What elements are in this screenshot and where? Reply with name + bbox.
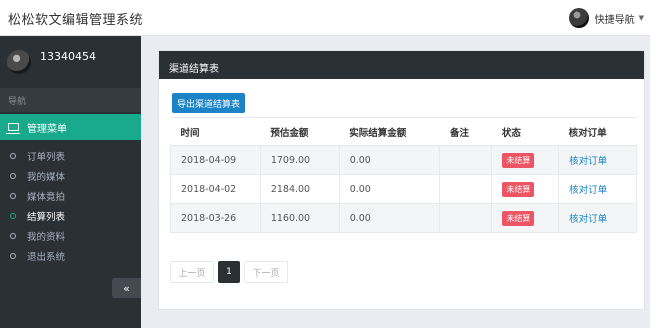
table-header-row: 时间 预估金额 实际结算金额 备注 状态 核对订单 <box>170 117 637 146</box>
cell-date: 2018-04-09 <box>170 145 261 175</box>
sidebar-submenu: 订单列表 我的媒体 媒体竟拍 结算列表 我的资料 退出系统 <box>0 146 141 266</box>
cell-status: 未结算 <box>491 145 560 175</box>
sidebar-item-label: 退出系统 <box>27 252 66 263</box>
sidebar: 13340454 导航 管理菜单 订单列表 我的媒体 媒体竟拍 结算列表 我的资… <box>0 36 141 328</box>
collapse-sidebar-button[interactable]: « <box>112 278 141 298</box>
cell-estimated: 1160.00 <box>259 203 340 233</box>
sidebar-item-my-profile[interactable]: 我的资料 <box>0 226 141 246</box>
page-number-button[interactable]: 1 <box>218 261 240 283</box>
check-order-link[interactable]: 核对订单 <box>569 214 607 225</box>
circle-icon <box>10 253 16 259</box>
column-header-check-order: 核对订单 <box>558 117 637 146</box>
cell-date: 2018-04-02 <box>170 174 261 204</box>
table-row: 2018-03-26 1160.00 0.00 未结算 核对订单 <box>170 203 637 233</box>
cell-note <box>439 145 493 175</box>
check-order-link[interactable]: 核对订单 <box>569 185 607 196</box>
cell-actual: 0.00 <box>338 203 441 233</box>
cell-actual: 0.00 <box>338 174 441 204</box>
sidebar-item-logout[interactable]: 退出系统 <box>0 246 141 266</box>
sidebar-menu-label: 管理菜单 <box>27 123 67 135</box>
column-header-date: 时间 <box>170 117 261 146</box>
column-header-note: 备注 <box>439 117 492 146</box>
sidebar-item-my-media[interactable]: 我的媒体 <box>0 166 141 186</box>
next-page-button[interactable]: 下一页 <box>244 261 288 283</box>
quick-nav-menu[interactable]: 快捷导航 ▼ <box>568 7 644 29</box>
laptop-icon <box>6 123 20 134</box>
table-row: 2018-04-09 1709.00 0.00 未结算 核对订单 <box>170 145 637 175</box>
username: 13340454 <box>40 50 96 63</box>
top-bar: 松松软文编辑管理系统 快捷导航 ▼ <box>0 0 650 36</box>
circle-icon <box>10 213 16 219</box>
sidebar-item-label: 结算列表 <box>27 212 66 223</box>
sidebar-menu-management[interactable]: 管理菜单 <box>0 114 141 140</box>
circle-icon <box>10 233 16 239</box>
check-order-link[interactable]: 核对订单 <box>569 156 607 167</box>
cell-actual: 0.00 <box>338 145 441 175</box>
cell-status: 未结算 <box>491 174 560 204</box>
panel-title: 渠道结算表 <box>159 51 644 79</box>
prev-page-button[interactable]: 上一页 <box>170 261 214 283</box>
status-badge: 未结算 <box>502 152 535 168</box>
cell-action: 核对订单 <box>558 145 637 175</box>
sidebar-item-settlements[interactable]: 结算列表 <box>0 206 141 226</box>
sidebar-item-label: 我的资料 <box>27 232 66 243</box>
cell-status: 未结算 <box>491 203 560 233</box>
cell-action: 核对订单 <box>558 174 637 204</box>
user-profile: 13340454 <box>0 36 141 86</box>
status-badge: 未结算 <box>502 210 535 226</box>
column-header-estimated: 预估金额 <box>260 117 340 146</box>
column-header-status: 状态 <box>491 117 559 146</box>
quick-nav-label[interactable]: 快捷导航 <box>595 11 635 26</box>
nav-section-header: 导航 <box>0 88 141 112</box>
circle-icon <box>10 153 16 159</box>
circle-icon <box>10 193 16 199</box>
cell-date: 2018-03-26 <box>170 203 261 233</box>
status-badge: 未结算 <box>502 181 535 197</box>
app-title: 松松软文编辑管理系统 <box>8 13 144 28</box>
cell-action: 核对订单 <box>558 203 637 233</box>
settlement-table: 时间 预估金额 实际结算金额 备注 状态 核对订单 2018-04-09 170… <box>170 117 637 233</box>
user-avatar[interactable] <box>7 50 31 74</box>
export-button[interactable]: 导出渠道结算表 <box>172 93 245 113</box>
avatar[interactable] <box>568 8 589 28</box>
cell-note <box>439 203 493 233</box>
pagination: 上一页 1 下一页 <box>170 261 292 283</box>
sidebar-item-orders[interactable]: 订单列表 <box>0 146 141 166</box>
sidebar-item-label: 媒体竟拍 <box>27 192 66 203</box>
sidebar-item-label: 我的媒体 <box>27 172 66 183</box>
table-row: 2018-04-02 2184.00 0.00 未结算 核对订单 <box>170 174 637 204</box>
double-chevron-left-icon: « <box>123 281 130 295</box>
settlement-panel: 渠道结算表 导出渠道结算表 时间 预估金额 实际结算金额 备注 状态 核对订单 … <box>158 50 645 310</box>
cell-note <box>439 174 493 204</box>
column-header-actual: 实际结算金额 <box>339 117 440 146</box>
cell-estimated: 1709.00 <box>259 145 340 175</box>
circle-icon <box>10 173 16 179</box>
chevron-down-icon: ▼ <box>638 14 644 22</box>
cell-estimated: 2184.00 <box>259 174 340 204</box>
sidebar-item-label: 订单列表 <box>27 152 66 163</box>
sidebar-item-media-auction[interactable]: 媒体竟拍 <box>0 186 141 206</box>
